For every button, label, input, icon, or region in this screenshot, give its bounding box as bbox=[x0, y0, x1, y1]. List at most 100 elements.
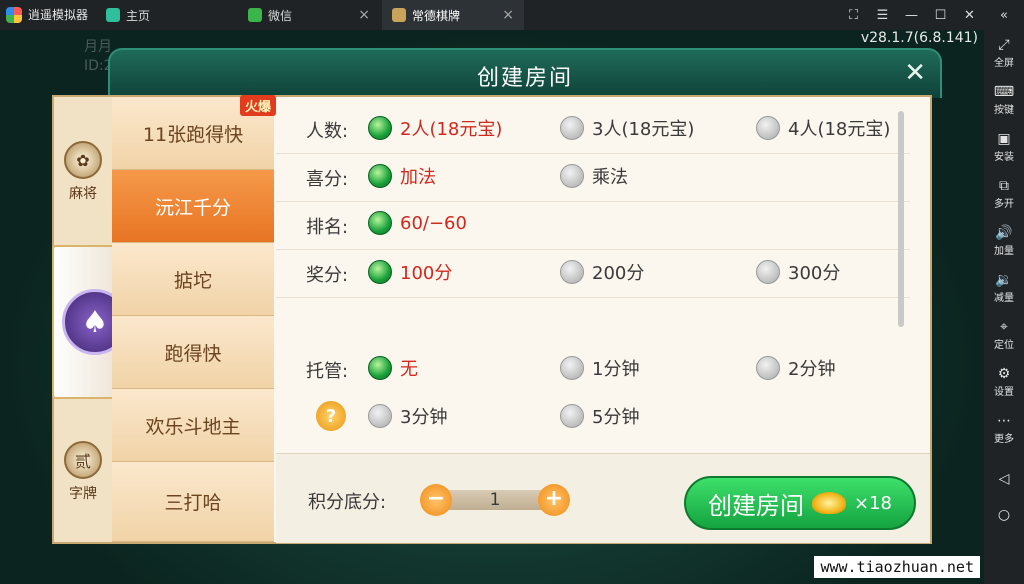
sidebar-label: 减量 bbox=[994, 293, 1014, 304]
game-item-yuanjiang-qianfen[interactable]: 沅江千分 bbox=[112, 170, 274, 243]
close-dialog-button[interactable]: ✕ bbox=[904, 60, 926, 86]
category-label: 字牌 bbox=[69, 486, 97, 502]
sidebar-item-location[interactable]: ⌖ 定位 bbox=[984, 312, 1024, 359]
watermark: www.tiaozhuan.net bbox=[814, 556, 980, 578]
sidebar-label: 定位 bbox=[994, 340, 1014, 351]
radio-on-icon bbox=[368, 211, 392, 235]
sidebar-item-volume-up[interactable]: 🔊 加量 bbox=[984, 218, 1024, 265]
radio-off-icon bbox=[756, 356, 780, 380]
game-item-11-paodekuai[interactable]: 11张跑得快 火爆 bbox=[112, 95, 276, 170]
option-label: 托管: bbox=[306, 361, 349, 382]
help-icon[interactable]: ? bbox=[316, 401, 346, 431]
decrease-button[interactable]: − bbox=[420, 484, 452, 516]
create-room-panel: ✿ 麻将 贰 字牌 ♠ 11张跑得快 火爆 沅江千分 掂坨 跑得快 欢乐斗地主 … bbox=[52, 95, 932, 544]
home-tab-icon bbox=[106, 8, 120, 22]
screenshot-icon[interactable]: ⛶ bbox=[839, 8, 868, 23]
option-row-players: 人数: 2人(18元宝) 3人(18元宝) 4人(18元宝) bbox=[276, 105, 910, 154]
radio-bonus-add[interactable]: 加法 bbox=[368, 163, 436, 189]
game-item-doudizhu[interactable]: 欢乐斗地主 bbox=[112, 389, 274, 462]
option-label: 奖分: bbox=[306, 265, 349, 286]
close-tab-icon[interactable]: × bbox=[502, 7, 514, 23]
collapse-sidebar-icon[interactable]: « bbox=[984, 8, 1024, 23]
game-item-diantuo[interactable]: 掂坨 bbox=[112, 243, 274, 316]
emulator-logo-icon bbox=[6, 6, 22, 23]
sidebar-label: 多开 bbox=[994, 199, 1014, 210]
choice-label: 4人(18元宝) bbox=[788, 119, 891, 140]
sidebar-home[interactable]: ○ bbox=[984, 497, 1024, 533]
choice-label: 乘法 bbox=[592, 167, 628, 188]
sidebar-item-fullscreen[interactable]: ⤢ 全屏 bbox=[984, 30, 1024, 77]
sidebar-label: 加量 bbox=[994, 246, 1014, 257]
radio-hosting-none[interactable]: 无 bbox=[368, 355, 418, 381]
sidebar-item-multi[interactable]: ⧉ 多开 bbox=[984, 171, 1024, 218]
tab-game[interactable]: 常德棋牌 × bbox=[382, 0, 524, 30]
close-window-icon[interactable]: ✕ bbox=[955, 8, 984, 23]
radio-hosting-2min[interactable]: 2分钟 bbox=[756, 355, 835, 381]
sidebar-label: 安装 bbox=[994, 152, 1014, 163]
radio-on-icon bbox=[368, 356, 392, 380]
game-label: 欢乐斗地主 bbox=[145, 415, 241, 438]
app-name: 逍遥模拟器 bbox=[28, 8, 89, 22]
options-scrollbar[interactable] bbox=[898, 111, 904, 327]
choice-label: 5分钟 bbox=[592, 407, 640, 428]
sidebar-item-settings[interactable]: ⚙ 设置 bbox=[984, 359, 1024, 406]
sidebar-item-volume-down[interactable]: 🔉 减量 bbox=[984, 265, 1024, 312]
close-tab-icon[interactable]: × bbox=[358, 7, 370, 23]
choice-label: 2分钟 bbox=[788, 359, 836, 380]
sidebar-item-more[interactable]: ⋯ 更多 bbox=[984, 406, 1024, 453]
score-base-label: 积分底分: bbox=[308, 492, 387, 513]
tab-label: 主页 bbox=[126, 8, 151, 23]
back-icon: ◁ bbox=[998, 471, 1010, 487]
maximize-icon[interactable]: ☐ bbox=[926, 8, 955, 23]
sidebar-back[interactable]: ◁ bbox=[984, 461, 1024, 497]
game-tab-icon bbox=[392, 8, 406, 22]
choice-label: 3分钟 bbox=[400, 407, 448, 428]
user-name: 月月 bbox=[84, 39, 112, 55]
choice-label: 无 bbox=[400, 359, 418, 380]
radio-players-2[interactable]: 2人(18元宝) bbox=[368, 115, 502, 141]
game-label: 跑得快 bbox=[164, 342, 222, 365]
sidebar-label: 设置 bbox=[994, 387, 1014, 398]
radio-hosting-5min[interactable]: 5分钟 bbox=[560, 403, 639, 429]
emulator-titlebar: 逍遥模拟器 主页 微信 × 常德棋牌 × ⛶ ☰ — ☐ ✕ « bbox=[0, 0, 1024, 30]
home-icon: ○ bbox=[997, 507, 1011, 523]
create-room-button[interactable]: 创建房间 ×18 bbox=[684, 476, 916, 530]
radio-reward-100[interactable]: 100分 bbox=[368, 259, 452, 285]
category-label: 麻将 bbox=[69, 186, 97, 202]
option-row-hosting: 托管: 无 1分钟 2分钟 bbox=[276, 345, 910, 393]
room-options: 人数: 2人(18元宝) 3人(18元宝) 4人(18元宝) 喜分: 加法 乘法… bbox=[276, 97, 910, 447]
game-item-sandaha[interactable]: 三打哈 bbox=[112, 462, 274, 542]
radio-players-3[interactable]: 3人(18元宝) bbox=[560, 115, 694, 141]
radio-off-icon bbox=[560, 404, 584, 428]
radio-off-icon bbox=[756, 116, 780, 140]
radio-rank-60[interactable]: 60/−60 bbox=[368, 211, 467, 235]
game-item-paodekuai[interactable]: 跑得快 bbox=[112, 316, 274, 389]
choice-label: 2人(18元宝) bbox=[400, 119, 503, 140]
menu-icon[interactable]: ☰ bbox=[868, 8, 897, 23]
radio-bonus-multiply[interactable]: 乘法 bbox=[560, 163, 628, 189]
radio-reward-300[interactable]: 300分 bbox=[756, 259, 840, 285]
mahjong-icon: ✿ bbox=[64, 141, 102, 179]
radio-off-icon bbox=[368, 404, 392, 428]
hot-badge: 火爆 bbox=[239, 95, 276, 116]
radio-players-4[interactable]: 4人(18元宝) bbox=[756, 115, 890, 141]
radio-hosting-1min[interactable]: 1分钟 bbox=[560, 355, 639, 381]
sidebar-item-install[interactable]: ▣ 安装 bbox=[984, 124, 1024, 171]
radio-hosting-3min[interactable]: 3分钟 bbox=[368, 403, 447, 429]
tab-home[interactable]: 主页 bbox=[96, 0, 236, 30]
radio-off-icon bbox=[560, 164, 584, 188]
dialog-header: 创建房间 ✕ bbox=[108, 48, 942, 98]
minimize-icon[interactable]: — bbox=[897, 8, 926, 23]
game-label: 沅江千分 bbox=[154, 196, 231, 219]
increase-button[interactable]: + bbox=[538, 484, 570, 516]
category-zipai[interactable]: 贰 字牌 bbox=[54, 441, 112, 503]
tab-wechat[interactable]: 微信 × bbox=[238, 0, 380, 30]
fullscreen-icon: ⤢ bbox=[998, 37, 1010, 53]
radio-reward-200[interactable]: 200分 bbox=[560, 259, 644, 285]
category-mahjong[interactable]: ✿ 麻将 bbox=[54, 141, 112, 203]
choice-label: 200分 bbox=[592, 263, 645, 284]
wechat-icon bbox=[248, 8, 262, 22]
sidebar-item-keymap[interactable]: ⌨ 按键 bbox=[984, 77, 1024, 124]
keyboard-icon: ⌨ bbox=[993, 84, 1015, 100]
sidebar-label: 全屏 bbox=[994, 58, 1014, 69]
